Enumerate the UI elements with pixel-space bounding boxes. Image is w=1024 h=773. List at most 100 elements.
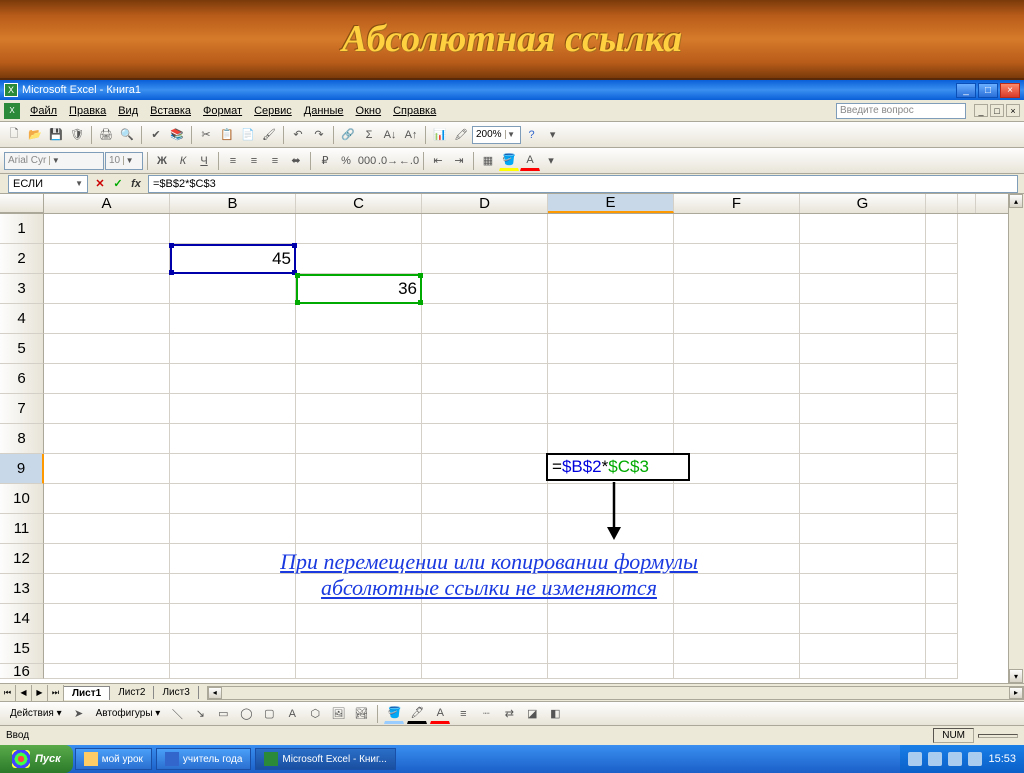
cell-h13[interactable]: [926, 574, 958, 604]
row-header-2[interactable]: 2: [0, 244, 44, 274]
horizontal-scrollbar[interactable]: ◂ ▸: [207, 686, 1024, 700]
cell-g8[interactable]: [800, 424, 926, 454]
align-center-icon[interactable]: ≡: [244, 151, 264, 171]
start-button[interactable]: Пуск: [0, 745, 73, 773]
merge-center-icon[interactable]: ⬌: [286, 151, 306, 171]
cell-h11[interactable]: [926, 514, 958, 544]
cell-e15[interactable]: [548, 634, 674, 664]
cell-g3[interactable]: [800, 274, 926, 304]
cell-d14[interactable]: [422, 604, 548, 634]
cell-f4[interactable]: [674, 304, 800, 334]
row-header-13[interactable]: 13: [0, 574, 44, 604]
picture-icon[interactable]: 🏞: [351, 704, 371, 724]
cell-b16[interactable]: [170, 664, 296, 679]
cell-e4[interactable]: [548, 304, 674, 334]
cell-d1[interactable]: [422, 214, 548, 244]
chart-wizard-icon[interactable]: 📊: [430, 125, 450, 145]
draw-actions-menu[interactable]: Действия ▾: [6, 708, 66, 719]
cell-e5[interactable]: [548, 334, 674, 364]
select-all-corner[interactable]: [0, 194, 44, 213]
cell-g9[interactable]: [800, 454, 926, 484]
scroll-left-icon[interactable]: ◂: [208, 687, 222, 699]
undo-icon[interactable]: ↶: [288, 125, 308, 145]
menu-view[interactable]: Вид: [112, 103, 144, 119]
col-header-d[interactable]: D: [422, 194, 548, 213]
cell-e7[interactable]: [548, 394, 674, 424]
row-header-15[interactable]: 15: [0, 634, 44, 664]
font-color-icon[interactable]: A: [520, 151, 540, 171]
cell-d10[interactable]: [422, 484, 548, 514]
hyperlink-icon[interactable]: 🔗: [338, 125, 358, 145]
cell-d7[interactable]: [422, 394, 548, 424]
dashstyle-icon[interactable]: ┈: [476, 704, 496, 724]
decrease-decimal-icon[interactable]: ←.0: [399, 151, 419, 171]
print-icon[interactable]: 🖨: [96, 125, 116, 145]
drawing-icon[interactable]: 🖍: [451, 125, 471, 145]
col-header-b[interactable]: B: [170, 194, 296, 213]
paste-icon[interactable]: 📄: [238, 125, 258, 145]
sort-asc-icon[interactable]: A↓: [380, 125, 400, 145]
increase-indent-icon[interactable]: ⇥: [449, 151, 469, 171]
toolbar-options-icon[interactable]: ▾: [541, 151, 561, 171]
increase-decimal-icon[interactable]: .0→: [378, 151, 398, 171]
close-button[interactable]: ×: [1000, 83, 1020, 98]
menu-edit[interactable]: Правка: [63, 103, 112, 119]
cell-b2[interactable]: 45: [170, 244, 296, 274]
row-header-11[interactable]: 11: [0, 514, 44, 544]
cell-f5[interactable]: [674, 334, 800, 364]
textbox-icon[interactable]: ▢: [259, 704, 279, 724]
cell-f2[interactable]: [674, 244, 800, 274]
cell-b14[interactable]: [170, 604, 296, 634]
cell-h8[interactable]: [926, 424, 958, 454]
chevron-down-icon[interactable]: ▼: [75, 179, 83, 188]
permission-icon[interactable]: 🛡: [67, 125, 87, 145]
currency-icon[interactable]: ₽: [315, 151, 335, 171]
cell-g10[interactable]: [800, 484, 926, 514]
cell-f6[interactable]: [674, 364, 800, 394]
select-objects-icon[interactable]: ➤: [69, 704, 89, 724]
cell-d11[interactable]: [422, 514, 548, 544]
row-header-4[interactable]: 4: [0, 304, 44, 334]
cell-b9[interactable]: [170, 454, 296, 484]
wordart-icon[interactable]: A: [282, 704, 302, 724]
cell-c15[interactable]: [296, 634, 422, 664]
sheet-tab-3[interactable]: Лист3: [154, 686, 198, 699]
doc-minimize-button[interactable]: _: [974, 104, 988, 117]
print-preview-icon[interactable]: 🔍: [117, 125, 137, 145]
col-header-c[interactable]: C: [296, 194, 422, 213]
cell-h9[interactable]: [926, 454, 958, 484]
cell-e6[interactable]: [548, 364, 674, 394]
cells-grid[interactable]: 45 36: [44, 214, 958, 679]
name-box[interactable]: ЕСЛИ ▼: [8, 175, 88, 193]
borders-icon[interactable]: ▦: [478, 151, 498, 171]
cell-g14[interactable]: [800, 604, 926, 634]
cell-h10[interactable]: [926, 484, 958, 514]
cell-b10[interactable]: [170, 484, 296, 514]
row-header-14[interactable]: 14: [0, 604, 44, 634]
cell-h1[interactable]: [926, 214, 958, 244]
cell-a5[interactable]: [44, 334, 170, 364]
scroll-up-icon[interactable]: ▴: [1009, 194, 1023, 208]
cell-e8[interactable]: [548, 424, 674, 454]
cell-e16[interactable]: [548, 664, 674, 679]
arrowstyle-icon[interactable]: ⇄: [499, 704, 519, 724]
cell-g7[interactable]: [800, 394, 926, 424]
linecolor-icon[interactable]: 🖊: [407, 704, 427, 724]
cell-a10[interactable]: [44, 484, 170, 514]
align-left-icon[interactable]: ≡: [223, 151, 243, 171]
cell-a11[interactable]: [44, 514, 170, 544]
cell-d16[interactable]: [422, 664, 548, 679]
tab-first-icon[interactable]: ⏮: [0, 685, 16, 701]
cell-c16[interactable]: [296, 664, 422, 679]
line-icon[interactable]: ＼: [167, 704, 187, 724]
cell-c7[interactable]: [296, 394, 422, 424]
bold-icon[interactable]: Ж: [152, 151, 172, 171]
open-icon[interactable]: 📂: [25, 125, 45, 145]
cell-a14[interactable]: [44, 604, 170, 634]
cell-e14[interactable]: [548, 604, 674, 634]
font-size-combo[interactable]: 10▼: [105, 152, 143, 170]
cell-g1[interactable]: [800, 214, 926, 244]
chevron-down-icon[interactable]: ▼: [123, 156, 135, 165]
row-header-5[interactable]: 5: [0, 334, 44, 364]
cell-g12[interactable]: [800, 544, 926, 574]
